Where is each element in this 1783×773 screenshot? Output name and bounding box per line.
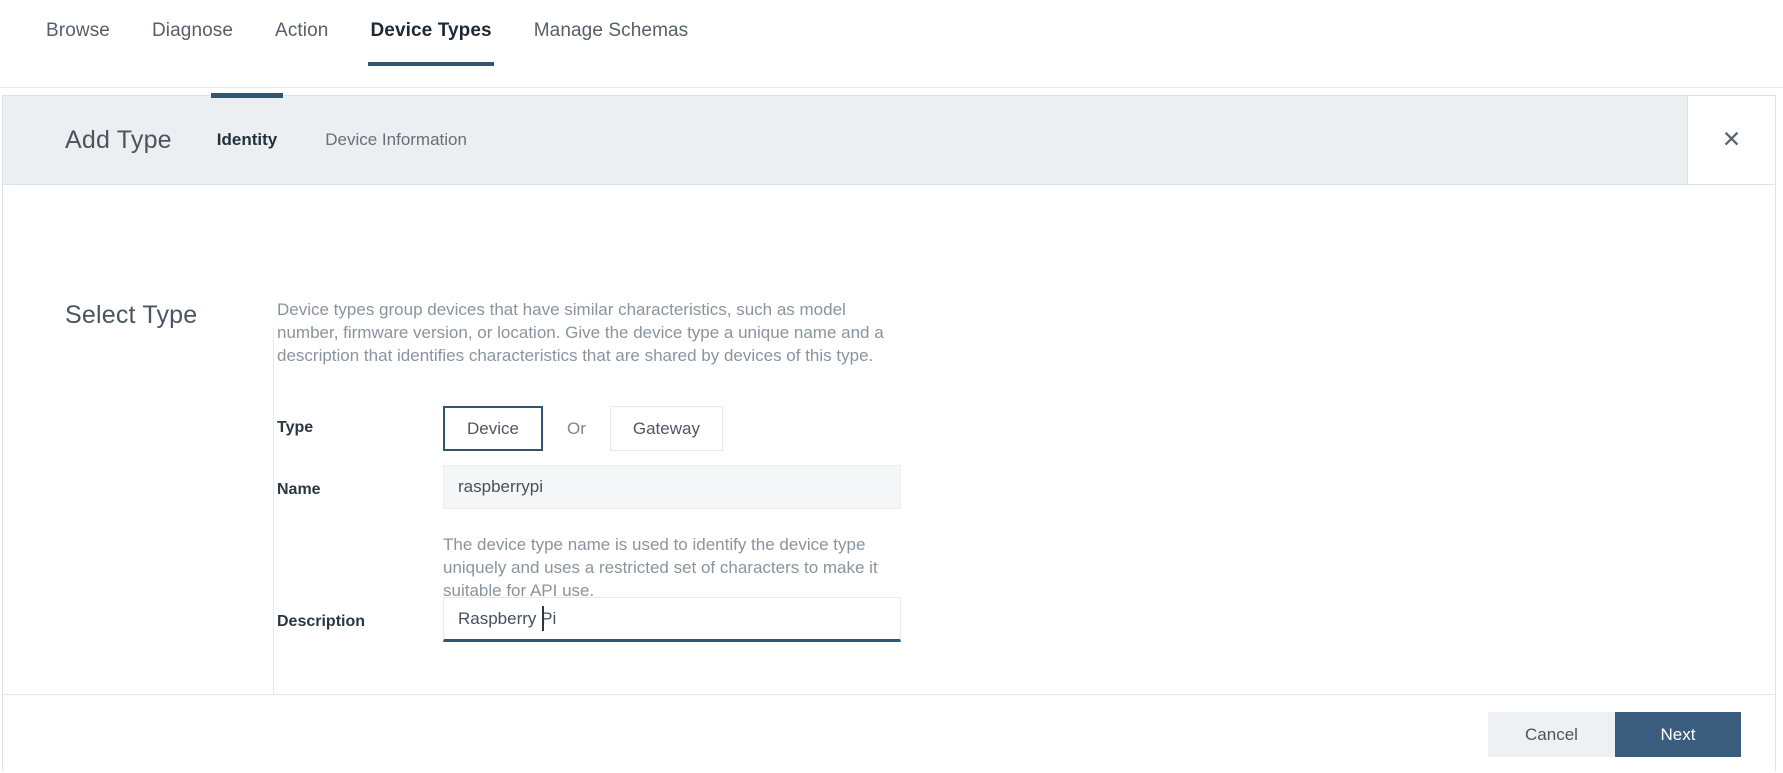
name-helper-text: The device type name is used to identify…: [443, 535, 878, 600]
nav-item-manage-schemas[interactable]: Manage Schemas: [534, 0, 689, 88]
modal-header-main: Add Type Identity Device Information: [3, 93, 1687, 184]
tab-device-information[interactable]: Device Information: [325, 130, 467, 150]
type-option-gateway[interactable]: Gateway: [609, 406, 723, 451]
nav-item-label: Browse: [46, 20, 110, 41]
type-choice-group: Device Or Gateway: [443, 406, 723, 451]
nav-item-label: Device Types: [370, 20, 492, 41]
form-row-type: Type Device Or Gateway: [277, 406, 723, 451]
modal-body: Select Type Device types group devices t…: [3, 185, 1775, 722]
nav-item-diagnose[interactable]: Diagnose: [152, 0, 233, 88]
add-type-modal: Add Type Identity Device Information ✕ S…: [2, 93, 1776, 771]
description-label: Description: [277, 613, 366, 630]
close-icon: ✕: [1721, 126, 1742, 153]
nav-item-label: Action: [275, 20, 329, 41]
name-input-wrapper: [443, 465, 901, 509]
top-navigation-bar: Browse Diagnose Action Device Types Mana…: [0, 0, 1783, 88]
type-option-label: Gateway: [632, 418, 700, 438]
modal-title: Add Type: [65, 125, 172, 154]
type-label: Type: [277, 419, 314, 436]
description-input[interactable]: [443, 597, 901, 642]
nav-item-browse[interactable]: Browse: [46, 0, 110, 88]
top-navigation-items: Browse Diagnose Action Device Types Mana…: [46, 0, 730, 88]
tab-identity[interactable]: Identity: [210, 93, 284, 150]
tab-label: Device Information: [325, 130, 467, 149]
intro-description: Device types group devices that have sim…: [277, 300, 884, 365]
description-input-wrapper: [443, 597, 901, 642]
form-row-name: Name: [277, 465, 901, 509]
type-option-device[interactable]: Device: [443, 406, 543, 451]
nav-item-action[interactable]: Action: [275, 0, 328, 88]
next-button[interactable]: Next: [1615, 712, 1741, 757]
nav-item-label: Manage Schemas: [533, 20, 689, 41]
modal-header: Add Type Identity Device Information ✕: [3, 93, 1775, 185]
nav-item-device-types[interactable]: Device Types: [368, 0, 494, 88]
nav-item-label: Diagnose: [151, 20, 234, 41]
name-label: Name: [277, 481, 321, 498]
text-caret: [542, 606, 544, 631]
type-option-label: Device: [467, 418, 519, 438]
cancel-button[interactable]: Cancel: [1488, 712, 1615, 757]
tab-label: Identity: [216, 130, 278, 149]
footer-button-group: Cancel Next: [1488, 712, 1741, 757]
type-separator: Or: [566, 418, 586, 438]
vertical-divider: [273, 327, 274, 722]
name-input[interactable]: [443, 465, 901, 509]
section-title: Select Type: [65, 301, 198, 329]
form-row-description: Description: [277, 597, 901, 642]
close-button[interactable]: ✕: [1687, 96, 1775, 184]
modal-footer: Cancel Next: [3, 694, 1775, 771]
